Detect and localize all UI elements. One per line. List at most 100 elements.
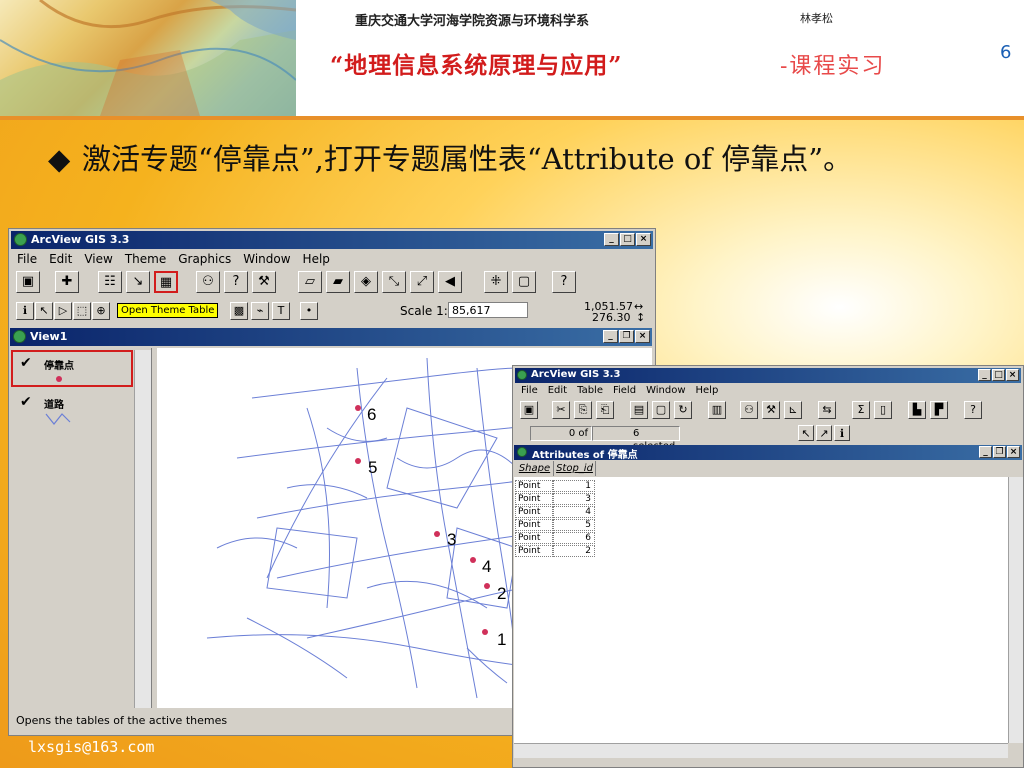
- view-minimize-button[interactable]: _: [603, 330, 618, 343]
- find-binoculars-icon[interactable]: ⚇: [196, 271, 220, 293]
- vertex-edit-icon[interactable]: ▷: [54, 302, 72, 320]
- zoom-tool-icon[interactable]: ⊕: [92, 302, 110, 320]
- attr-copy-icon[interactable]: ⎘: [574, 401, 592, 419]
- view-restore-button[interactable]: ❐: [619, 330, 634, 343]
- table-horizontal-scrollbar[interactable]: [514, 743, 1008, 758]
- attr-identify-icon[interactable]: ℹ: [834, 425, 850, 441]
- attr-close-button[interactable]: ×: [1006, 369, 1019, 381]
- table-row[interactable]: Point 6: [515, 532, 595, 545]
- zoom-in-icon[interactable]: ⤡: [382, 271, 406, 293]
- edit-legend-icon[interactable]: ↘: [126, 271, 150, 293]
- selected-total-field: 6 selected: [592, 426, 680, 452]
- main-title-bar: ArcView GIS 3.3 _ □ ×: [11, 231, 653, 249]
- area-of-interest-icon[interactable]: ▩: [230, 302, 248, 320]
- table-restore-button[interactable]: ❐: [993, 446, 1006, 458]
- attr-sort-descending-icon[interactable]: ▛: [930, 401, 948, 419]
- scale-label: Scale 1:: [400, 304, 448, 318]
- attribute-table-title: Attributes of 停靠点: [532, 450, 638, 461]
- minimize-button[interactable]: _: [604, 233, 619, 246]
- select-by-theme-icon[interactable]: ⁜: [484, 271, 508, 293]
- map-banner-graphic: [0, 0, 296, 116]
- attr-pointer-icon[interactable]: ↖: [798, 425, 814, 441]
- attr-menu-window[interactable]: Window: [646, 385, 685, 396]
- attr-sort-ascending-icon[interactable]: ▙: [908, 401, 926, 419]
- cell-shape: Point: [515, 532, 553, 544]
- cell-shape: Point: [515, 480, 553, 492]
- attr-switch-selection-icon[interactable]: ↻: [674, 401, 692, 419]
- menu-view[interactable]: View: [84, 252, 112, 266]
- scale-input[interactable]: 85,617: [448, 302, 528, 318]
- column-header-shape[interactable]: Shape: [516, 461, 554, 476]
- table-row[interactable]: Point 4: [515, 506, 595, 519]
- cell-stop-id: 4: [553, 506, 595, 518]
- table-row[interactable]: Point 2: [515, 545, 595, 558]
- menu-graphics[interactable]: Graphics: [178, 252, 231, 266]
- theme-stops-label[interactable]: 停靠点: [44, 357, 74, 372]
- attr-cut-icon[interactable]: ✂: [552, 401, 570, 419]
- attr-table-globe-icon: [517, 447, 527, 457]
- locate-address-icon[interactable]: ?: [224, 271, 248, 293]
- attr-calculate-icon[interactable]: ▯: [874, 401, 892, 419]
- attr-menu-help[interactable]: Help: [696, 385, 719, 396]
- open-theme-table-icon[interactable]: ▦: [154, 271, 178, 293]
- select-feature-icon[interactable]: ⬚: [73, 302, 91, 320]
- theme-properties-icon[interactable]: ☷: [98, 271, 122, 293]
- hotlink-icon[interactable]: ⌁: [251, 302, 269, 320]
- attr-join-icon[interactable]: ⇆: [818, 401, 836, 419]
- maximize-button[interactable]: □: [620, 233, 635, 246]
- attr-select-none-icon[interactable]: ▢: [652, 401, 670, 419]
- attr-paste-icon[interactable]: ⎗: [596, 401, 614, 419]
- toc-scrollbar[interactable]: [134, 350, 151, 708]
- zoom-out-icon[interactable]: ⤢: [410, 271, 434, 293]
- attr-menu-field[interactable]: Field: [613, 385, 636, 396]
- menu-edit[interactable]: Edit: [49, 252, 72, 266]
- save-project-icon[interactable]: ▣: [16, 271, 40, 293]
- zoom-full-extent-icon[interactable]: ▱: [298, 271, 322, 293]
- attr-query-icon[interactable]: ⚒: [762, 401, 780, 419]
- draw-point-icon[interactable]: •: [300, 302, 318, 320]
- page-number: 6: [1000, 42, 1012, 63]
- checkbox-stops[interactable]: ✔: [20, 355, 32, 371]
- attr-save-icon[interactable]: ▣: [520, 401, 538, 419]
- attr-select-all-icon[interactable]: ▤: [630, 401, 648, 419]
- menu-help[interactable]: Help: [303, 252, 330, 266]
- attr-help-icon[interactable]: ?: [964, 401, 982, 419]
- query-builder-icon[interactable]: ⚒: [252, 271, 276, 293]
- pointer-icon[interactable]: ↖: [35, 302, 53, 320]
- attr-maximize-button[interactable]: □: [992, 369, 1005, 381]
- theme-roads-label[interactable]: 道路: [44, 396, 64, 411]
- checkbox-roads[interactable]: ✔: [20, 394, 32, 410]
- attr-find-icon[interactable]: ⚇: [740, 401, 758, 419]
- add-theme-icon[interactable]: ✚: [55, 271, 79, 293]
- help-pointer-icon[interactable]: ?: [552, 271, 576, 293]
- table-vertical-scrollbar[interactable]: [1008, 477, 1023, 743]
- stop-label-2: 2: [497, 584, 506, 603]
- zoom-selected-icon[interactable]: ◈: [354, 271, 378, 293]
- attr-chart-icon[interactable]: ▥: [708, 401, 726, 419]
- table-minimize-button[interactable]: _: [979, 446, 992, 458]
- attr-promote-icon[interactable]: ⊾: [784, 401, 802, 419]
- attr-edit-icon[interactable]: ↗: [816, 425, 832, 441]
- clear-selection-icon[interactable]: ▢: [512, 271, 536, 293]
- menu-window[interactable]: Window: [243, 252, 290, 266]
- view-close-button[interactable]: ×: [635, 330, 650, 343]
- table-close-button[interactable]: ×: [1007, 446, 1020, 458]
- stop-label-4: 4: [482, 557, 491, 576]
- attr-menu-file[interactable]: File: [521, 385, 538, 396]
- table-row[interactable]: Point 1: [515, 480, 595, 493]
- zoom-previous-icon[interactable]: ◀: [438, 271, 462, 293]
- column-header-stop-id[interactable]: Stop_id: [554, 461, 596, 476]
- menu-file[interactable]: File: [17, 252, 37, 266]
- attr-menu-table[interactable]: Table: [577, 385, 603, 396]
- menu-theme[interactable]: Theme: [125, 252, 166, 266]
- view1-title-bar: View1 _ ❐ ×: [10, 328, 652, 346]
- close-button[interactable]: ×: [636, 233, 651, 246]
- attr-minimize-button[interactable]: _: [978, 369, 991, 381]
- table-row[interactable]: Point 5: [515, 519, 595, 532]
- text-tool-icon[interactable]: T: [272, 302, 290, 320]
- identify-icon[interactable]: ℹ: [16, 302, 34, 320]
- attr-menu-edit[interactable]: Edit: [548, 385, 567, 396]
- table-row[interactable]: Point 3: [515, 493, 595, 506]
- attr-summarize-icon[interactable]: Σ: [852, 401, 870, 419]
- zoom-active-themes-icon[interactable]: ▰: [326, 271, 350, 293]
